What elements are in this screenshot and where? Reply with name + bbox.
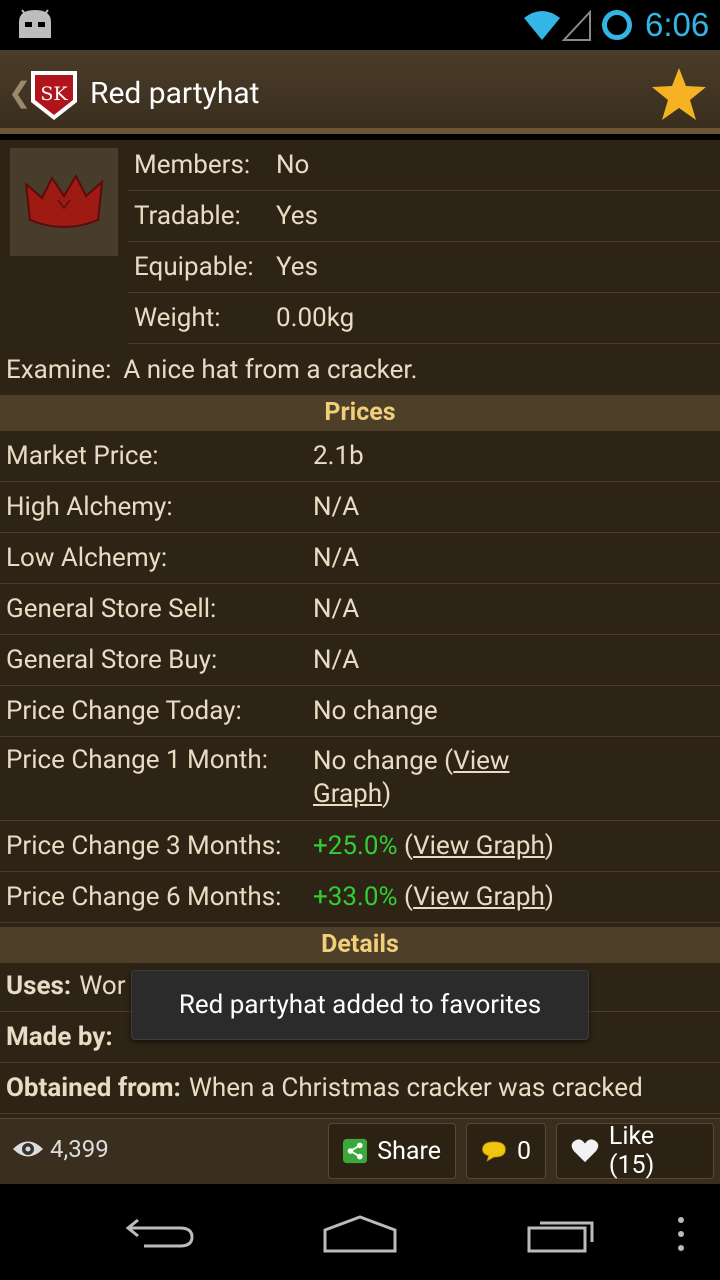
change-value: +33.0% bbox=[313, 881, 398, 912]
price-row-change-1-month: Price Change 1 Month: No change (View Gr… bbox=[0, 737, 720, 821]
price-row-change-today: Price Change Today: No change bbox=[0, 686, 720, 737]
prices-table: Market Price: 2.1b High Alchemy: N/A Low… bbox=[0, 431, 720, 923]
share-label: Share bbox=[377, 1136, 441, 1166]
page-title: Red partyhat bbox=[90, 76, 260, 111]
price-value: 2.1b bbox=[313, 440, 364, 471]
favorite-star-icon[interactable] bbox=[650, 66, 708, 122]
details-label: Obtained from: bbox=[6, 1073, 181, 1103]
examine-label: Examine: bbox=[6, 354, 112, 385]
price-label: Price Change 6 Months: bbox=[6, 882, 282, 912]
price-label: General Store Buy: bbox=[6, 645, 218, 675]
price-row-store-sell: General Store Sell: N/A bbox=[0, 584, 720, 635]
property-value: Yes bbox=[276, 252, 318, 282]
price-row-high-alchemy: High Alchemy: N/A bbox=[0, 482, 720, 533]
recent-apps-nav-icon[interactable] bbox=[526, 1214, 600, 1254]
details-label: Made by: bbox=[6, 1022, 113, 1052]
price-value: N/A bbox=[313, 491, 360, 522]
wifi-icon bbox=[524, 11, 560, 40]
logo-text: SK bbox=[40, 83, 68, 105]
share-icon bbox=[343, 1138, 368, 1164]
eye-icon bbox=[13, 1141, 43, 1157]
property-row-weight: Weight: 0.00kg bbox=[128, 293, 720, 344]
price-label: Price Change 3 Months: bbox=[6, 831, 282, 861]
property-label: Weight: bbox=[134, 303, 221, 333]
view-count-value: 4,399 bbox=[50, 1135, 109, 1163]
property-value: Yes bbox=[276, 201, 318, 231]
price-value: No change bbox=[313, 695, 438, 726]
price-value: N/A bbox=[313, 542, 360, 573]
details-label: Uses: bbox=[6, 971, 72, 1001]
property-value: No bbox=[276, 150, 310, 180]
signal-icon bbox=[562, 9, 591, 41]
comment-bubble-icon bbox=[482, 1141, 506, 1162]
item-image bbox=[10, 148, 118, 256]
overflow-menu-icon[interactable] bbox=[676, 1214, 686, 1254]
bottom-action-bar: 4,399 Share 0 Like (15) bbox=[0, 1118, 720, 1184]
price-label: Price Change 1 Month: bbox=[6, 745, 269, 775]
view-count: 4,399 bbox=[12, 1135, 109, 1163]
price-label: Price Change Today: bbox=[6, 696, 242, 726]
view-graph-link-6-months[interactable]: View Graph bbox=[413, 882, 545, 912]
property-row-equipable: Equipable: Yes bbox=[128, 242, 720, 293]
like-label: Like (15) bbox=[608, 1122, 655, 1180]
property-label: Equipable: bbox=[134, 252, 254, 282]
price-row-low-alchemy: Low Alchemy: N/A bbox=[0, 533, 720, 584]
price-row-change-3-months: Price Change 3 Months: +25.0% (View Grap… bbox=[0, 821, 720, 872]
heart-icon bbox=[571, 1139, 599, 1163]
property-row-tradable: Tradable: Yes bbox=[128, 191, 720, 242]
details-row-obtained: Obtained from: When a Christmas cracker … bbox=[0, 1063, 720, 1114]
change-value: +25.0% bbox=[313, 830, 398, 861]
app-logo-icon[interactable]: SK bbox=[28, 68, 80, 122]
property-value: 0.00kg bbox=[276, 303, 355, 333]
change-value: No change bbox=[313, 746, 438, 776]
view-graph-link-3-months[interactable]: View Graph bbox=[413, 831, 545, 861]
home-nav-icon[interactable] bbox=[322, 1214, 398, 1254]
price-value: N/A bbox=[313, 644, 360, 675]
details-value: Wor bbox=[79, 971, 126, 1001]
action-bar: ❮ SK Red partyhat bbox=[0, 50, 720, 134]
examine-text: A nice hat from a cracker. bbox=[123, 354, 418, 385]
android-icon bbox=[19, 9, 51, 38]
price-label: Market Price: bbox=[6, 441, 159, 471]
like-button[interactable]: Like (15) bbox=[556, 1122, 714, 1180]
price-label: Low Alchemy: bbox=[6, 543, 168, 573]
examine-row: Examine: A nice hat from a cracker. bbox=[0, 344, 720, 395]
property-label: Members: bbox=[134, 150, 251, 180]
favorites-toast: Red partyhat added to favorites bbox=[131, 970, 589, 1040]
price-value: N/A bbox=[313, 593, 360, 624]
price-label: General Store Sell: bbox=[6, 594, 217, 624]
details-heading: Details bbox=[0, 927, 720, 963]
price-value: +25.0% (View Graph) bbox=[313, 830, 554, 861]
property-row-members: Members: No bbox=[128, 140, 720, 191]
price-label: High Alchemy: bbox=[6, 492, 173, 522]
sync-icon bbox=[602, 10, 632, 40]
price-row-market: Market Price: 2.1b bbox=[0, 431, 720, 482]
comment-count: 0 bbox=[516, 1136, 531, 1166]
back-nav-icon[interactable] bbox=[124, 1216, 196, 1250]
price-value: +33.0% (View Graph) bbox=[313, 881, 554, 912]
partyhat-icon bbox=[24, 173, 104, 228]
details-value: When a Christmas cracker was cracked bbox=[188, 1073, 643, 1103]
navigation-bar bbox=[0, 1184, 720, 1280]
item-properties: Members: No Tradable: Yes Equipable: Yes… bbox=[128, 140, 720, 344]
price-row-change-6-months: Price Change 6 Months: +33.0% (View Grap… bbox=[0, 872, 720, 923]
prices-heading: Prices bbox=[0, 395, 720, 431]
clock: 6:06 bbox=[645, 6, 710, 43]
status-bar: 6:06 bbox=[0, 0, 720, 50]
share-button[interactable]: Share bbox=[328, 1123, 456, 1179]
property-label: Tradable: bbox=[134, 201, 241, 231]
price-row-store-buy: General Store Buy: N/A bbox=[0, 635, 720, 686]
price-value: No change (View Graph) bbox=[313, 746, 510, 809]
comments-button[interactable]: 0 bbox=[466, 1123, 546, 1179]
